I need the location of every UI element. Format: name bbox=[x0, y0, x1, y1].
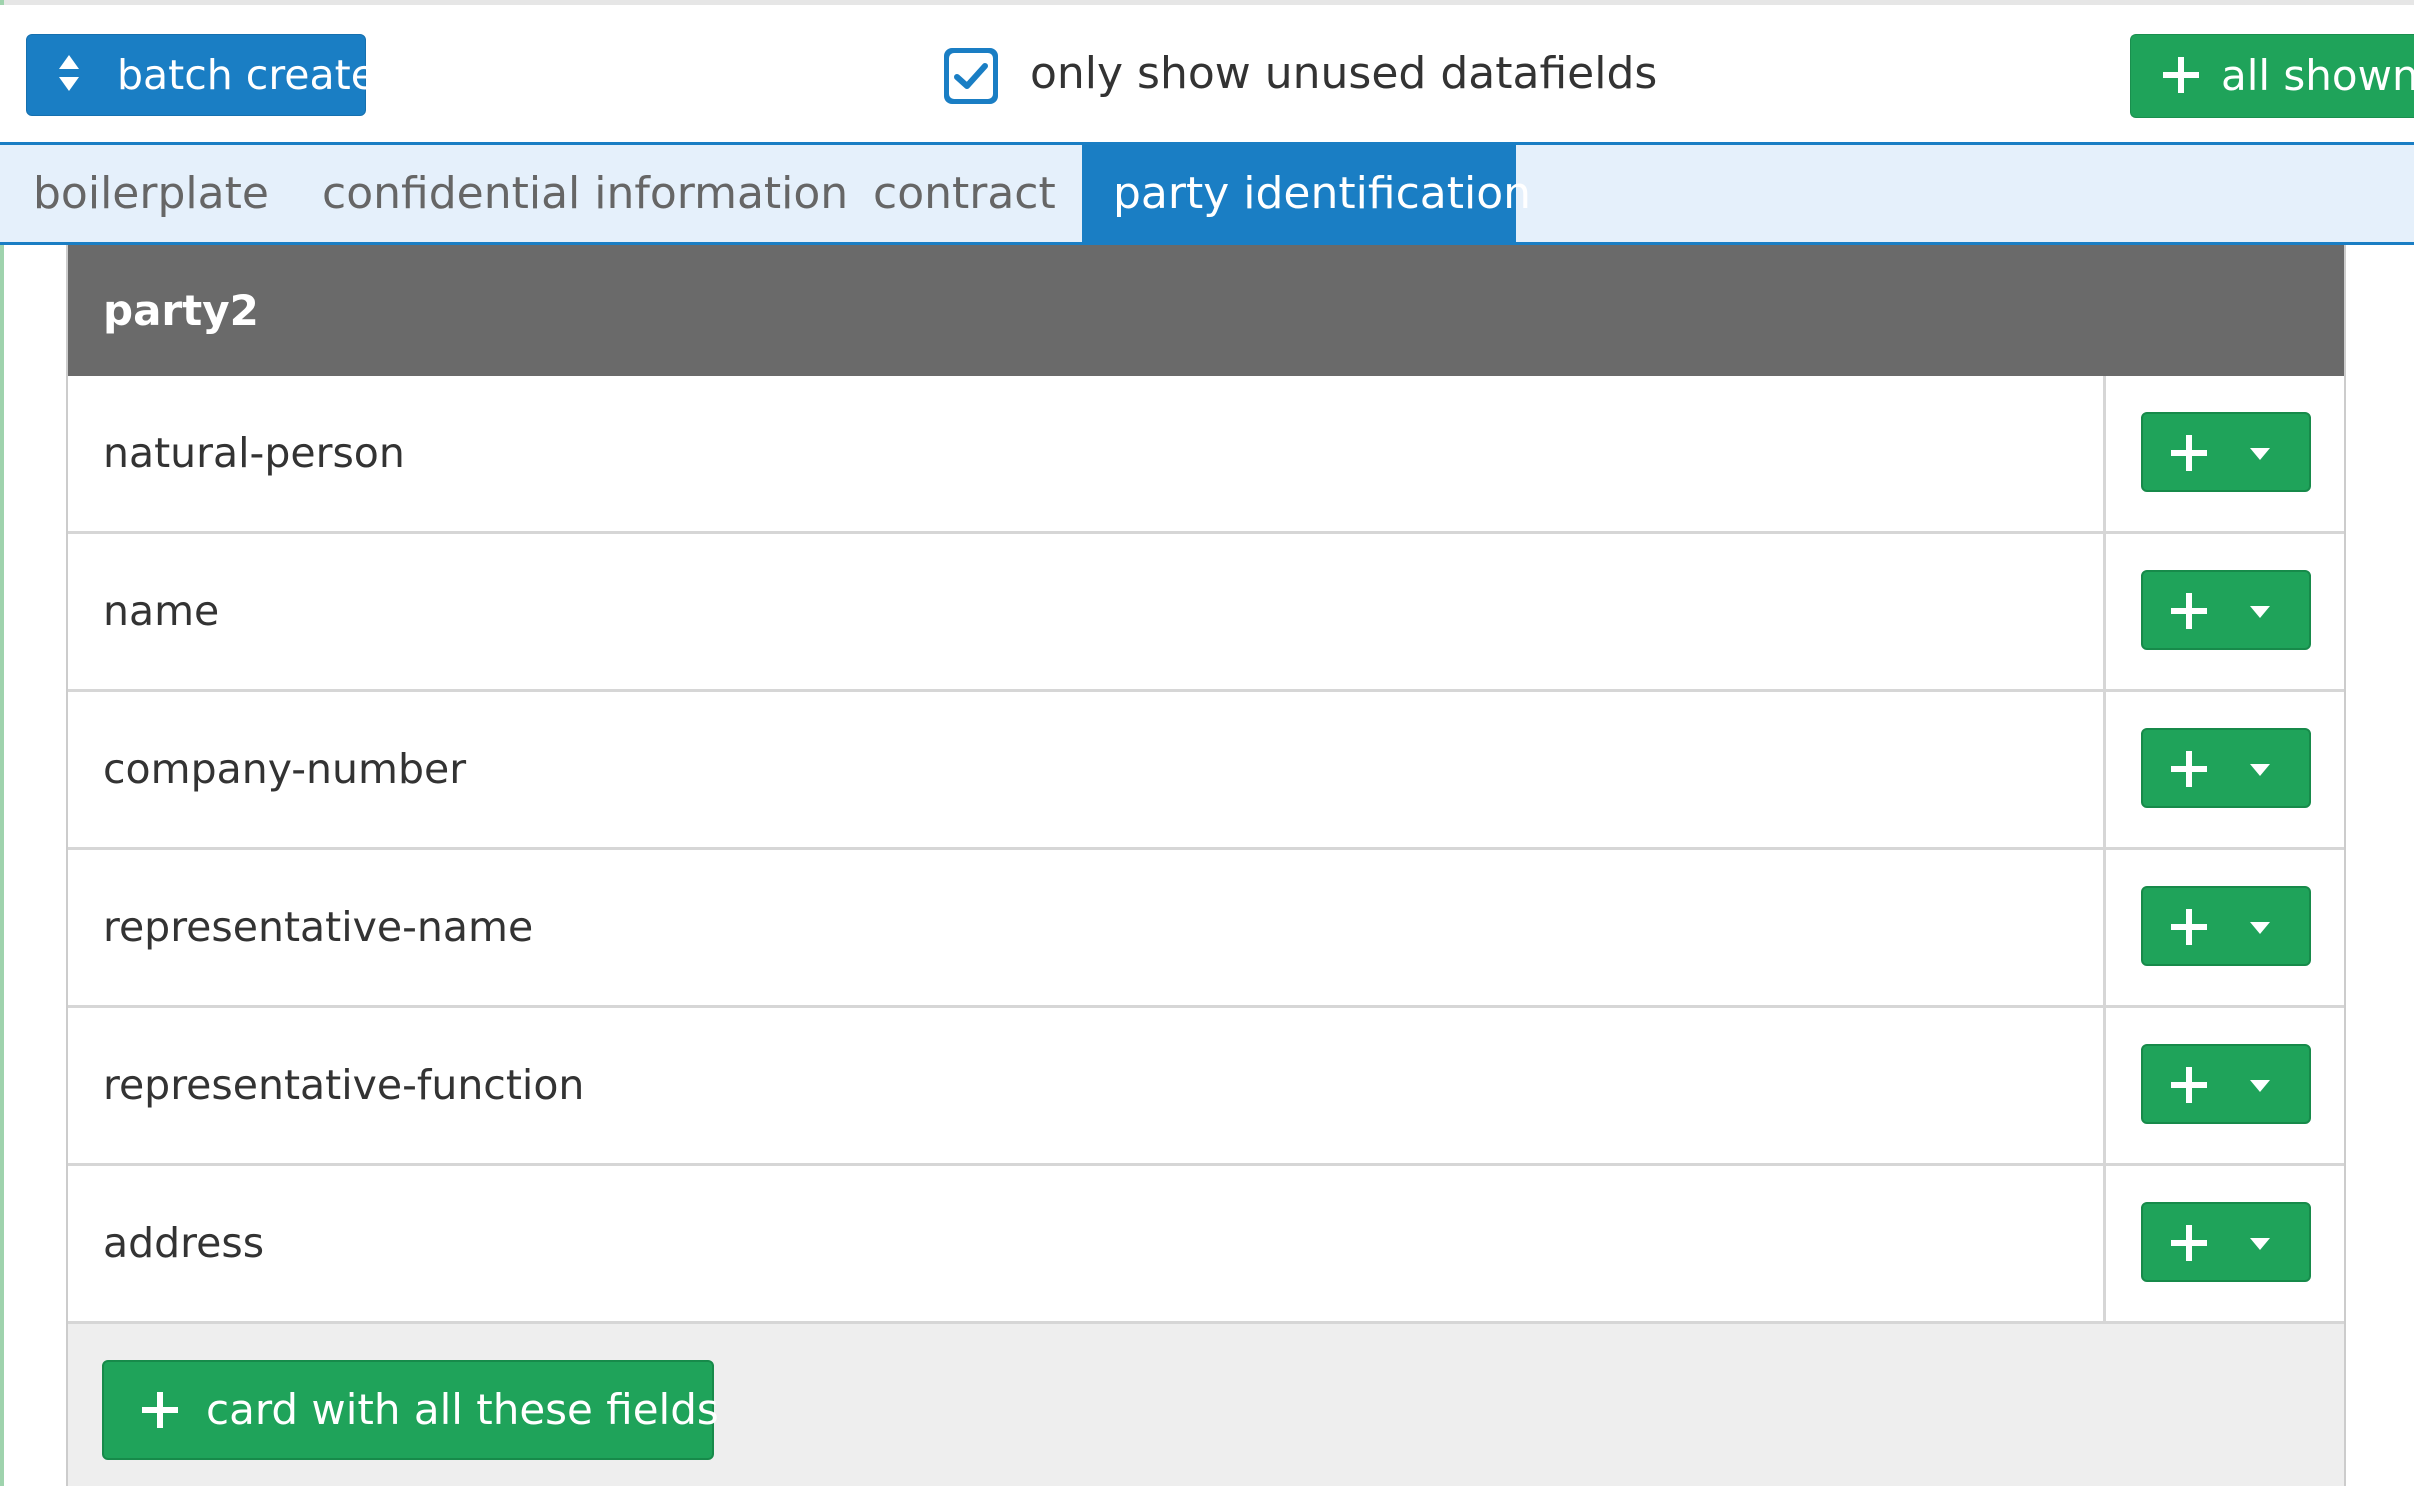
batch-create-label: batch create bbox=[117, 51, 376, 99]
add-datafield-dropdown-button[interactable] bbox=[2141, 1202, 2311, 1282]
caret-down-icon bbox=[2249, 1078, 2271, 1097]
plus-icon bbox=[2169, 591, 2209, 635]
card-with-all-fields-button[interactable]: card with all these fields bbox=[102, 1360, 719, 1460]
panel-footer: card with all these fields bbox=[68, 1324, 2344, 1486]
add-datafield-dropdown-button[interactable] bbox=[2141, 728, 2311, 808]
plus-icon bbox=[140, 1390, 180, 1434]
panel-header: party2 bbox=[68, 245, 2344, 376]
datafield-name: company-number bbox=[103, 745, 467, 793]
datafield-name: representative-name bbox=[103, 903, 534, 951]
all-shown-label: all shown bbox=[2221, 51, 2414, 100]
datafield-name: natural-person bbox=[103, 429, 405, 477]
add-datafield-dropdown-button[interactable] bbox=[2141, 886, 2311, 966]
category-tabs: boilerplate confidential information con… bbox=[0, 142, 2414, 245]
plus-icon bbox=[2169, 749, 2209, 793]
caret-down-icon bbox=[2249, 604, 2271, 623]
caret-down-icon bbox=[2249, 920, 2271, 939]
checkbox-box bbox=[949, 53, 993, 99]
tab-party-identification[interactable]: party identification bbox=[1082, 142, 1531, 245]
column-divider bbox=[2103, 850, 2106, 1008]
plus-icon bbox=[2169, 907, 2209, 951]
datafield-name: name bbox=[103, 587, 220, 635]
table-row: natural-person bbox=[68, 376, 2344, 534]
caret-down-icon bbox=[2249, 446, 2271, 465]
table-row: address bbox=[68, 1166, 2344, 1324]
unused-datafields-checkbox[interactable] bbox=[944, 48, 998, 104]
checkmark-icon bbox=[954, 63, 988, 89]
datafield-name: address bbox=[103, 1219, 265, 1267]
card-with-all-fields-label: card with all these fields bbox=[206, 1385, 719, 1434]
datafield-panel: party2 natural-person name company-numbe… bbox=[66, 245, 2346, 1486]
column-divider bbox=[2103, 692, 2106, 850]
plus-icon bbox=[2169, 433, 2209, 477]
add-all-shown-button[interactable]: all shown bbox=[2130, 34, 2414, 118]
table-row: representative-name bbox=[68, 850, 2344, 1008]
tab-boilerplate[interactable]: boilerplate bbox=[33, 145, 269, 242]
add-datafield-dropdown-button[interactable] bbox=[2141, 412, 2311, 492]
sort-icon bbox=[57, 53, 81, 93]
column-divider bbox=[2103, 376, 2106, 534]
caret-down-icon bbox=[2249, 762, 2271, 781]
toolbar: batch create only show unused datafields… bbox=[0, 5, 2414, 142]
plus-icon bbox=[2161, 55, 2201, 99]
plus-icon bbox=[2169, 1065, 2209, 1109]
batch-create-button[interactable]: batch create bbox=[26, 34, 376, 116]
column-divider bbox=[2103, 534, 2106, 692]
unused-datafields-label[interactable]: only show unused datafields bbox=[1030, 43, 1657, 105]
caret-down-icon bbox=[2249, 1236, 2271, 1255]
table-row: company-number bbox=[68, 692, 2344, 850]
tab-contract[interactable]: contract bbox=[873, 145, 1056, 242]
tab-confidential-information[interactable]: confidential information bbox=[322, 145, 848, 242]
add-datafield-dropdown-button[interactable] bbox=[2141, 570, 2311, 650]
table-row: representative-function bbox=[68, 1008, 2344, 1166]
add-datafield-dropdown-button[interactable] bbox=[2141, 1044, 2311, 1124]
datafield-name: representative-function bbox=[103, 1061, 585, 1109]
column-divider bbox=[2103, 1008, 2106, 1166]
column-divider bbox=[2103, 1166, 2106, 1324]
table-row: name bbox=[68, 534, 2344, 692]
plus-icon bbox=[2169, 1223, 2209, 1267]
panel-title: party2 bbox=[103, 286, 259, 335]
